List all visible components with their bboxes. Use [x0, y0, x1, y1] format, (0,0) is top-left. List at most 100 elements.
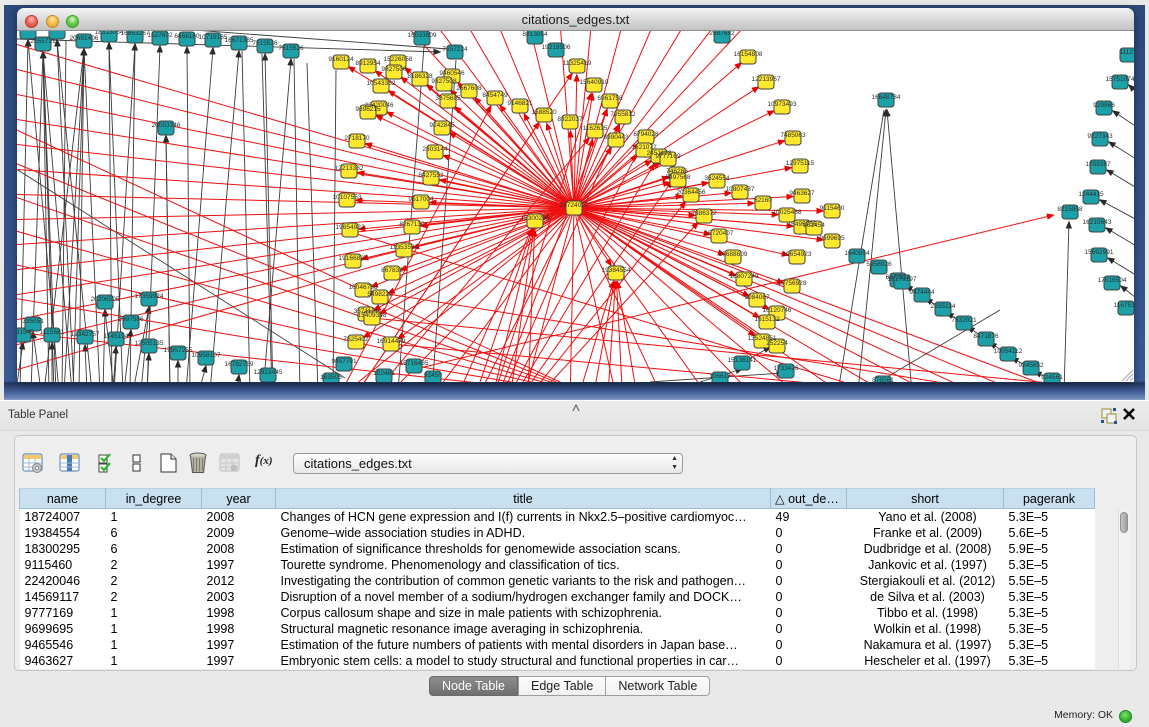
svg-text:10688609: 10688609: [719, 251, 748, 258]
svg-text:9327508: 9327508: [431, 78, 457, 85]
svg-text:8471876: 8471876: [973, 333, 999, 340]
svg-text:252254: 252254: [766, 340, 788, 347]
svg-text:15751074: 15751074: [1106, 76, 1134, 83]
svg-text:19166827: 19166827: [339, 255, 368, 262]
svg-text:1145194: 1145194: [104, 333, 129, 340]
svg-text:9517004: 9517004: [408, 196, 434, 203]
svg-text:11121: 11121: [1119, 49, 1134, 56]
svg-text:1527602: 1527602: [147, 32, 173, 39]
svg-text:9777169: 9777169: [655, 153, 681, 160]
svg-text:92450: 92450: [424, 372, 442, 379]
svg-text:19654923: 19654923: [336, 224, 365, 231]
svg-text:929966: 929966: [1093, 102, 1115, 109]
svg-text:12975115: 12975115: [786, 160, 815, 167]
svg-text:1640954: 1640954: [844, 250, 870, 257]
svg-text:12505135: 12505135: [135, 340, 164, 347]
svg-text:20053346: 20053346: [152, 122, 181, 129]
svg-text:18807249: 18807249: [730, 273, 759, 280]
svg-text:17016504: 17016504: [1098, 277, 1127, 284]
svg-text:335051: 335051: [22, 318, 44, 325]
svg-text:16782759: 16782759: [225, 361, 254, 368]
svg-text:1588520: 1588520: [531, 109, 557, 116]
svg-text:12923445: 12923445: [254, 369, 283, 376]
svg-text:1615132: 1615132: [754, 316, 780, 323]
svg-text:9160124: 9160124: [328, 56, 354, 63]
svg-text:12342757: 12342757: [71, 331, 100, 338]
svg-text:9146821: 9146821: [507, 100, 533, 107]
svg-text:102461: 102461: [373, 370, 395, 377]
svg-text:9227343: 9227343: [1087, 133, 1113, 140]
svg-text:16154808: 16154808: [734, 51, 763, 58]
svg-text:9896215: 9896215: [355, 106, 381, 113]
svg-text:20364456: 20364456: [677, 189, 706, 196]
svg-text:15692991: 15692991: [1085, 249, 1114, 256]
svg-text:10107553: 10107553: [333, 194, 362, 201]
svg-text:7632021: 7632021: [951, 317, 977, 324]
svg-text:2055721: 2055721: [30, 38, 56, 45]
svg-text:165051: 165051: [46, 31, 68, 33]
svg-text:7515526: 7515526: [278, 45, 304, 52]
svg-text:15640910: 15640910: [580, 79, 609, 86]
svg-text:16853267: 16853267: [121, 31, 150, 37]
svg-text:9699695: 9699695: [819, 235, 845, 242]
svg-text:1162615: 1162615: [583, 125, 608, 132]
svg-text:11353594: 11353594: [390, 244, 419, 251]
svg-text:2935114: 2935114: [931, 303, 956, 310]
svg-text:62160: 62160: [754, 197, 772, 204]
svg-text:10958107: 10958107: [192, 352, 221, 359]
svg-text:8990443: 8990443: [603, 134, 629, 141]
svg-text:7955812: 7955812: [610, 111, 636, 118]
svg-text:9460546: 9460546: [439, 70, 465, 77]
svg-text:20691406: 20691406: [70, 35, 99, 42]
svg-text:867832: 867832: [381, 267, 403, 274]
svg-text:391545: 391545: [17, 329, 34, 336]
svg-text:16914479: 16914479: [377, 338, 406, 345]
svg-text:20206505: 20206505: [91, 296, 120, 303]
svg-text:6497568: 6497568: [665, 174, 691, 181]
svg-text:16671385: 16671385: [225, 37, 254, 44]
svg-text:8215958: 8215958: [1057, 206, 1083, 213]
svg-text:16033809: 16033809: [408, 32, 437, 39]
svg-text:5498222: 5498222: [367, 291, 393, 298]
svg-text:10973493: 10973493: [768, 101, 797, 108]
svg-text:9827500: 9827500: [381, 66, 407, 73]
svg-text:16179197: 16179197: [888, 276, 917, 283]
svg-text:15136141: 15136141: [728, 357, 757, 364]
svg-text:12213967: 12213967: [752, 76, 781, 83]
svg-text:9463627: 9463627: [789, 190, 815, 197]
svg-text:10807487: 10807487: [726, 186, 755, 193]
svg-text:9242845: 9242845: [429, 122, 455, 129]
svg-text:2997586: 2997586: [118, 316, 144, 323]
svg-text:924561: 924561: [1041, 374, 1063, 381]
svg-text:19384554: 19384554: [602, 267, 631, 274]
svg-text:18724007: 18724007: [560, 202, 589, 209]
svg-text:106617: 106617: [709, 373, 731, 380]
svg-text:10054112: 10054112: [994, 348, 1023, 355]
svg-text:8186328: 8186328: [407, 73, 433, 80]
svg-text:2803144: 2803144: [422, 146, 448, 153]
svg-text:9474444: 9474444: [909, 289, 935, 296]
svg-text:3875685: 3875685: [435, 95, 461, 102]
svg-text:8912954: 8912954: [355, 60, 381, 67]
svg-text:10719185: 10719185: [199, 34, 228, 41]
svg-text:9084067: 9084067: [744, 294, 770, 301]
svg-text:16120746: 16120746: [763, 307, 792, 314]
svg-text:9245652: 9245652: [1018, 362, 1044, 369]
svg-text:7357224: 7357224: [442, 46, 468, 53]
svg-text:12213382: 12213382: [335, 165, 364, 172]
svg-text:1167533: 1167533: [1114, 302, 1134, 309]
svg-text:1733426: 1733426: [773, 365, 799, 372]
svg-text:18313054: 18313054: [95, 31, 124, 36]
svg-text:7515526: 7515526: [252, 40, 278, 47]
svg-text:15720407: 15720407: [705, 230, 734, 237]
svg-text:2718170: 2718170: [344, 135, 370, 142]
svg-text:2667608: 2667608: [456, 85, 482, 92]
svg-text:6961758: 6961758: [597, 95, 623, 102]
svg-text:1209387: 1209387: [1085, 161, 1111, 168]
svg-text:876561: 876561: [872, 377, 894, 382]
svg-text:17957255: 17957255: [164, 347, 193, 354]
svg-text:1244415: 1244415: [1078, 191, 1104, 198]
svg-text:10046756: 10046756: [349, 284, 378, 291]
svg-text:10543382: 10543382: [367, 80, 396, 87]
svg-text:7386372: 7386372: [691, 210, 717, 217]
